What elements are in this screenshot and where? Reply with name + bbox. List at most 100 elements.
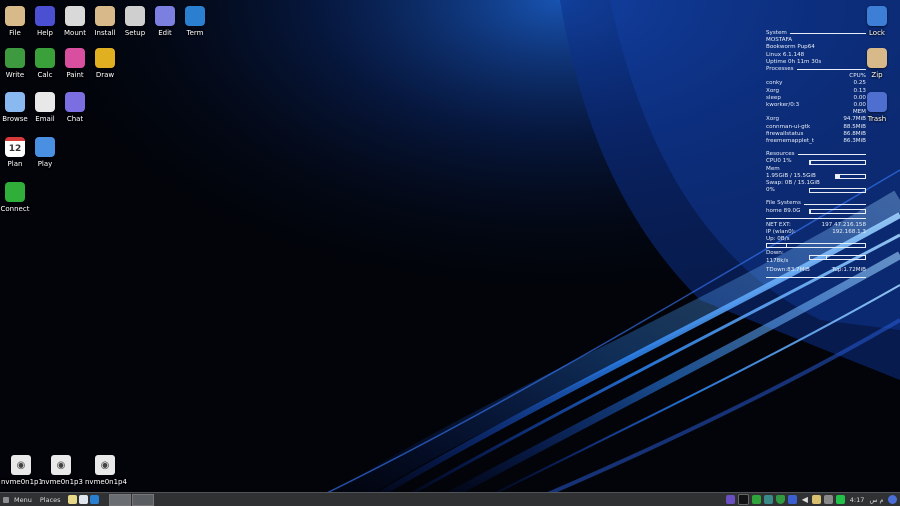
conky-home-row: home 89.0G (766, 208, 866, 215)
volume-icon[interactable]: ◀ (800, 495, 809, 504)
file-manager-icon[interactable] (78, 495, 88, 504)
bar-fill (810, 160, 811, 164)
menu-button[interactable]: Menu (3, 496, 32, 504)
process-value: 86.3MiB (843, 138, 866, 145)
keyboard-icon[interactable] (726, 495, 736, 504)
places-button[interactable]: Places (40, 496, 61, 504)
conky-section-system: System (766, 30, 866, 37)
drive-label: nvme0n1p1 (1, 478, 43, 486)
drive-icon-nvme0n1p4[interactable]: ◉ nvme0n1p4 (85, 455, 127, 486)
conky-up-bar (766, 243, 866, 249)
menu-label: Menu (14, 495, 32, 504)
conky-home-bar (809, 208, 866, 214)
browser-icon[interactable] (89, 495, 99, 504)
drive-icon-nvme0n1p1[interactable]: ◉ nvme0n1p1 (1, 455, 43, 486)
chat-bubble-icon (65, 92, 85, 112)
drive-label: nvme0n1p3 (41, 478, 83, 486)
spreadsheet-icon (35, 48, 55, 68)
notes-icon[interactable] (67, 495, 77, 504)
clock[interactable]: 4:17 م س (850, 496, 884, 504)
browser-cloud-icon (5, 92, 25, 112)
process-name: Xorg (766, 87, 780, 94)
hard-drive-icon: ◉ (51, 455, 71, 475)
process-row: freememapplet_t 86.3MiB (766, 138, 866, 145)
network-monitor-icon[interactable] (764, 495, 774, 504)
conky-section-resources: Resources (766, 151, 866, 158)
workspace-2[interactable] (131, 493, 154, 506)
process-row: sleep 0.00 (766, 95, 866, 102)
conky-cpu-bar (809, 159, 866, 165)
desktop-icon-term[interactable]: Term (175, 6, 215, 37)
conky-hostname: MOSTAFA (766, 37, 793, 44)
conky-section-processes: Processes (766, 66, 866, 73)
conky-totals-row: TDown:83.7MiB Tup:1.72MiB (766, 267, 866, 274)
desktop-icon-play[interactable]: Play (25, 137, 65, 168)
power-icon[interactable] (888, 495, 897, 504)
connect-arrows-icon (5, 182, 25, 202)
process-name: Xorg (766, 116, 780, 123)
process-name: freememapplet_t (766, 138, 815, 145)
conky-system-title: System (766, 30, 787, 36)
desktop-icon-draw[interactable]: Draw (85, 48, 125, 79)
process-value: 0.00 (853, 102, 866, 109)
workspace-1[interactable] (108, 493, 131, 506)
menu-icon (3, 496, 9, 503)
process-value: 0.13 (853, 87, 866, 94)
conky-down-label: Down: 1178k/s (766, 250, 789, 264)
freemem-icon[interactable] (824, 495, 834, 504)
process-value: 86.8MiB (843, 130, 866, 137)
process-name: firewallstatus (766, 130, 804, 137)
drive-label: nvme0n1p4 (85, 478, 127, 486)
archive-icon (867, 48, 887, 68)
network-connected-icon[interactable] (836, 495, 846, 504)
bar-fill (810, 256, 827, 260)
bluetooth-icon[interactable] (788, 495, 798, 504)
terminal-icon (185, 6, 205, 26)
draw-icon (95, 48, 115, 68)
desktop-icon-label: Chat (66, 115, 84, 123)
conky-processes-title: Processes (766, 66, 794, 73)
conky-ext-ip: 197.47.216.158 (821, 221, 866, 228)
conky-swap-label: Swap: 0B / 15.1GiB (766, 180, 820, 187)
desktop-wallpaper (0, 0, 900, 506)
divider (766, 277, 866, 279)
media-play-icon (35, 137, 55, 157)
conky-mem-header: MEM (852, 109, 866, 116)
clock-time: 4:17 م (849, 495, 884, 504)
desktop-icon-label: Term (186, 29, 204, 37)
desktop-icon-connect[interactable]: Connect (0, 182, 35, 213)
paint-icon (65, 48, 85, 68)
conky-ext-label: NET EXT: (766, 221, 791, 228)
recycle-icon (867, 92, 887, 112)
process-name: kworker/0:3 (766, 102, 800, 109)
drive-icon-nvme0n1p3[interactable]: ◉ nvme0n1p3 (41, 455, 83, 486)
cpu-monitor-icon[interactable] (752, 495, 762, 504)
process-row: Xorg 94.7MiB (766, 116, 866, 123)
process-row: connman-ui-gtk 88.5MiB (766, 124, 866, 131)
process-value: 94.7MiB (843, 116, 866, 123)
text-editor-icon (155, 6, 175, 26)
conky-section-filesystems: File Systems (766, 200, 866, 207)
conky-distro: Bookworm Pup64 (766, 44, 815, 51)
conky-uptime: Uptime 0h 11m 30s (766, 58, 822, 65)
bar-fill (810, 209, 812, 213)
firewall-shield-icon[interactable] (776, 495, 786, 504)
conky-cpu-header: CPU% (849, 73, 866, 80)
indicator-black-icon[interactable] (738, 494, 750, 505)
process-name: conky (766, 80, 783, 87)
process-row: conky 0.25 (766, 80, 866, 87)
conky-total-up: Tup:1.72MiB (831, 266, 866, 273)
conky-up-row (766, 243, 866, 249)
drive-mount-icon (65, 6, 85, 26)
conky-swap-percent: 0% (766, 187, 775, 194)
conky-resources-title: Resources (766, 151, 795, 158)
conky-system-monitor: System MOSTAFA Bookworm Pup64 Linux 6.1.… (766, 30, 866, 281)
conky-filesystems-title: File Systems (766, 200, 801, 207)
help-icon (35, 6, 55, 26)
desktop-icon-chat[interactable]: Chat (55, 92, 95, 123)
lock-icon (867, 6, 887, 26)
conky-total-down: TDown:83.7MiB (766, 266, 810, 273)
process-row: firewallstatus 86.8MiB (766, 131, 866, 138)
conky-swap-bar (809, 188, 866, 194)
battery-icon[interactable] (812, 495, 822, 504)
